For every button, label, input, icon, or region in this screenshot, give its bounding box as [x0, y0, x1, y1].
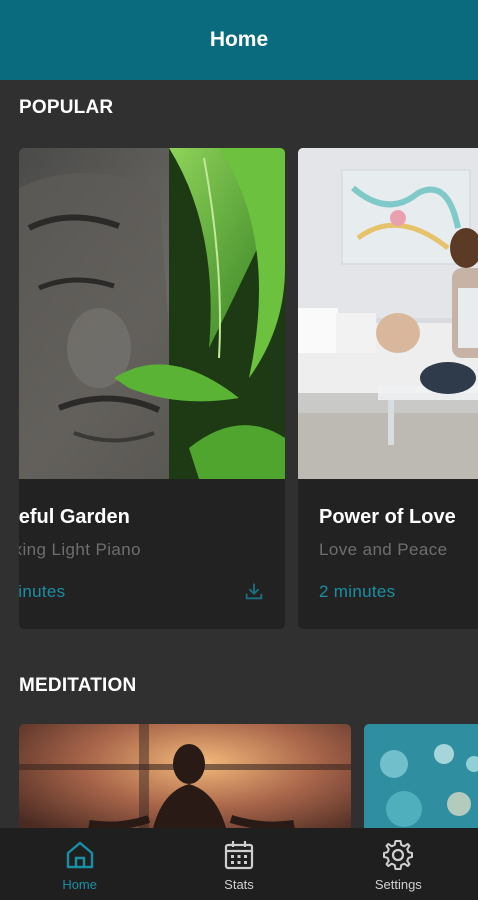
popular-card-peaceful-garden[interactable]: Peaceful Garden Relaxing Light Piano 3 m…: [19, 148, 285, 629]
card-duration: 3 minutes: [19, 582, 66, 601]
nav-item-settings[interactable]: Settings: [319, 828, 478, 900]
app-bar: Home: [0, 0, 478, 80]
nav-item-stats[interactable]: Stats: [159, 828, 318, 900]
popular-card-power-of-love[interactable]: Power of Love Love and Peace 2 minutes: [298, 148, 478, 629]
nav-label: Stats: [224, 877, 254, 892]
calendar-icon: [224, 841, 254, 870]
card-duration: 2 minutes: [319, 582, 396, 601]
yoga-living-room-image: [298, 148, 478, 479]
section-title-popular: POPULAR: [19, 97, 114, 118]
card-title: Peaceful Garden: [19, 506, 130, 528]
bottom-navigation: Home Stats Settings: [0, 828, 478, 900]
home-icon: [66, 841, 93, 869]
page-title: Home: [209, 28, 269, 51]
nav-label: Settings: [374, 877, 422, 892]
buddha-garden-image: [19, 148, 285, 479]
card-subtitle: Relaxing Light Piano: [19, 540, 141, 559]
download-icon[interactable]: [243, 580, 265, 602]
card-subtitle: Love and Peace: [319, 540, 448, 559]
gear-icon: [383, 840, 414, 870]
nav-label: Home: [62, 877, 97, 892]
card-title: Power of Love: [319, 506, 456, 528]
nav-item-home[interactable]: Home: [0, 828, 159, 900]
section-title-meditation: MEDITATION: [19, 675, 137, 696]
